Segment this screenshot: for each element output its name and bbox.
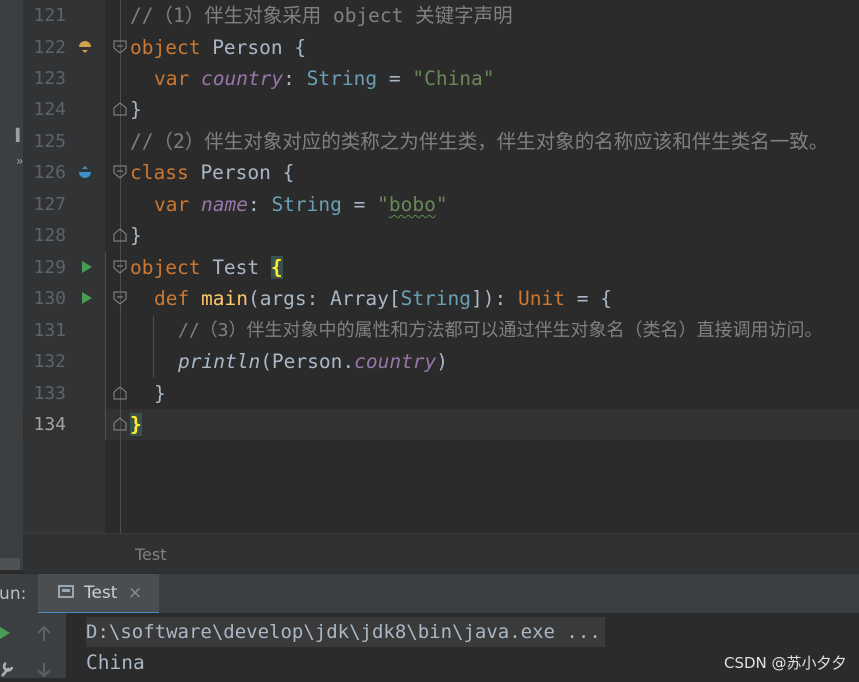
run-icon[interactable] [80,290,96,306]
string-literal: "China" [412,67,495,90]
keyword-var: var [154,193,190,216]
line-number: 123 [33,68,66,89]
line-number: 133 [33,383,66,404]
colon: : [283,67,307,90]
console-icon [58,585,74,598]
tab-label: Test [84,583,118,603]
up-arrow-icon[interactable] [36,625,52,647]
code-line-122: 122 object Person { [0,32,859,63]
equals-brace: = { [564,287,612,310]
code-line-128: 128 } [0,220,859,251]
run-icon[interactable] [80,259,96,275]
code-line-123: 123 var country: String = "China" [0,63,859,94]
fold-icon[interactable] [113,40,127,54]
code-line-134: 134 } [0,409,859,440]
params: (args: Array[ [247,287,401,310]
equals: = [341,193,378,216]
type-string: String [400,287,472,310]
property-country: country [200,67,284,90]
string-literal: bobo [388,193,436,216]
fold-icon[interactable] [113,260,127,274]
run-label: Run: [0,584,27,604]
breadcrumb: Test [23,533,859,574]
object-name: Person { [200,36,307,59]
closing-brace: } [154,382,166,405]
code-line-121: 121 //（1）伴生对象采用 object 关键字声明 [0,0,859,31]
comment: //（2）伴生对象对应的类称之为伴生类，伴生对象的名称应该和伴生类名一致。 [130,130,829,153]
fold-end-icon[interactable] [113,228,127,242]
close-icon[interactable]: × [128,583,142,603]
object-name: Test [200,256,271,279]
line-number: 122 [33,37,66,58]
keyword-var: var [154,67,190,90]
code-line-130: 130 def main(args: Array[String]): Unit … [0,283,859,314]
line-number: 132 [33,351,66,372]
comment: //（3）伴生对象中的属性和方法都可以通过伴生对象名（类名）直接调用访问。 [178,320,823,341]
keyword-object: object [130,256,201,279]
property-country: country [354,350,437,373]
fold-end-icon[interactable] [113,386,127,400]
class-name: Person { [188,161,295,184]
function-println: println [178,350,261,373]
line-number: 129 [33,257,66,278]
matched-brace: } [130,413,142,436]
scrollbar[interactable] [0,558,20,570]
params-close: ]): [471,287,518,310]
function-main: main [200,287,248,310]
watermark: CSDN @苏小夕夕 [724,654,847,672]
closing-brace: } [130,224,142,247]
code-line-129: 129 object Test { [0,252,859,283]
line-number: 126 [33,162,66,183]
keyword-def: def [154,287,190,310]
type-string: String [271,193,342,216]
line-number: 130 [33,288,66,309]
console-command-line[interactable]: D:\software\develop\jdk\jdk8\bin\java.ex… [86,617,605,647]
code-line-127: 127 var name: String = "bobo" [0,189,859,220]
fold-end-icon[interactable] [113,417,127,431]
fold-end-icon[interactable] [113,102,127,116]
keyword-class: class [130,161,189,184]
call-close: ) [436,350,449,373]
closing-brace: } [130,98,142,121]
rerun-icon[interactable] [0,625,12,645]
console-toolbar [0,613,67,678]
matched-brace: { [270,256,283,279]
code-line-126: 126 class Person { [0,157,859,188]
equals: = [377,67,413,90]
line-number: 131 [33,320,66,341]
property-name: name [200,193,248,216]
breadcrumb-item[interactable]: Test [135,545,167,564]
line-number: 134 [33,414,66,435]
call-args: (Person. [260,350,355,373]
line-number: 128 [33,225,66,246]
string-quote-open: " [377,193,389,216]
code-line-133: 133 } [0,378,859,409]
line-number: 127 [33,194,66,215]
colon: : [247,193,272,216]
code-line-124: 124 } [0,94,859,125]
down-arrow-icon[interactable] [36,663,52,682]
string-quote-close: " [435,193,448,216]
fold-icon[interactable] [113,291,127,305]
type-string: String [306,67,378,90]
companion-object-icon[interactable] [77,164,93,180]
line-number: 121 [33,5,66,26]
run-toolbar: Run: Test × [0,573,859,614]
line-number: 125 [33,131,66,152]
console-output-line: China [86,651,145,674]
comment: //（1）伴生对象采用 object 关键字声明 [130,4,513,27]
fold-icon[interactable] [113,165,127,179]
keyword-object: object [130,36,201,59]
wrench-icon[interactable] [0,659,14,682]
code-line-131: 131 //（3）伴生对象中的属性和方法都可以通过伴生对象名（类名）直接调用访问… [0,315,859,346]
code-line-132: 132 println(Person.country) [0,346,859,377]
companion-class-icon[interactable] [77,39,93,55]
code-line-125: 125 //（2）伴生对象对应的类称之为伴生类，伴生对象的名称应该和伴生类名一致… [0,126,859,157]
line-number: 124 [33,99,66,120]
type-unit: Unit [518,287,565,310]
